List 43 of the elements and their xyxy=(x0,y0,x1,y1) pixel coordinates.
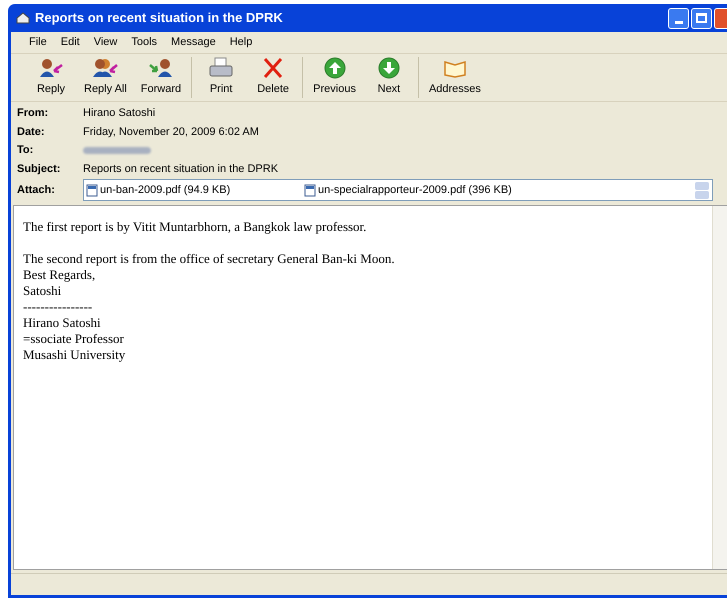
people-arrow-icon xyxy=(92,57,118,80)
body-line: Satoshi xyxy=(23,283,62,299)
person-arrow-icon xyxy=(38,57,64,80)
body-line: Musashi University xyxy=(23,347,126,363)
menu-item[interactable]: Message xyxy=(171,34,216,51)
attachment[interactable]: un-specialrapporteur-2009.pdf (396 KB) xyxy=(302,182,520,198)
body-line: ---------------- xyxy=(23,299,94,315)
toolbar-button[interactable]: Next xyxy=(362,54,415,101)
toolbar-button[interactable]: Delete xyxy=(247,54,300,101)
body-line: Hirano Satoshi xyxy=(23,315,102,331)
attachment[interactable]: un-ban-2009.pdf (94.9 KB) xyxy=(84,182,302,198)
field-label: To: xyxy=(17,143,34,158)
toolbar-button[interactable]: Addresses xyxy=(422,54,488,101)
file-icon xyxy=(304,184,316,196)
field-label: Subject: xyxy=(17,162,62,176)
maximize-button[interactable] xyxy=(691,8,712,28)
menu-item[interactable]: Help xyxy=(230,34,252,51)
toolbar-button[interactable]: Previous xyxy=(306,54,363,101)
field-value: Reports on recent situation in the DPRK xyxy=(83,162,278,176)
toolbar-button[interactable]: Forward xyxy=(134,54,188,101)
scrollbar[interactable] xyxy=(712,206,727,569)
person-arrow-icon xyxy=(148,57,174,80)
menu-item[interactable]: Edit xyxy=(60,34,80,51)
body-line: The first report is by Vitit Muntarbhorn, a Bangkok law professor. xyxy=(23,219,368,235)
field-value: Friday, November 20, 2009 6:02 AM xyxy=(83,124,259,140)
toolbar-button[interactable]: Reply All xyxy=(77,54,134,101)
window-title: Reports on recent situation in the DPRK xyxy=(35,9,283,28)
field-label: From: xyxy=(17,106,50,121)
file-icon xyxy=(86,184,98,196)
body-line: Best Regards, xyxy=(23,267,96,283)
body-line: The second report is from the office of secretary General Ban-ki Moon. xyxy=(23,251,396,267)
blurred-address xyxy=(83,146,151,154)
printer-icon xyxy=(208,57,234,80)
menu-item[interactable]: Tools xyxy=(131,34,158,51)
minimize-button[interactable] xyxy=(668,8,689,28)
field-value: Hirano Satoshi xyxy=(83,106,156,121)
menu-item[interactable]: View xyxy=(94,34,118,51)
menu-item[interactable]: File xyxy=(29,34,47,51)
toolbar-button[interactable]: Reply xyxy=(25,54,77,101)
toolbar-button[interactable]: Print xyxy=(195,54,248,101)
field-label: Date: xyxy=(17,124,46,140)
body-line: =ssociate Professor xyxy=(23,331,125,347)
field-label: Attach: xyxy=(17,182,56,198)
